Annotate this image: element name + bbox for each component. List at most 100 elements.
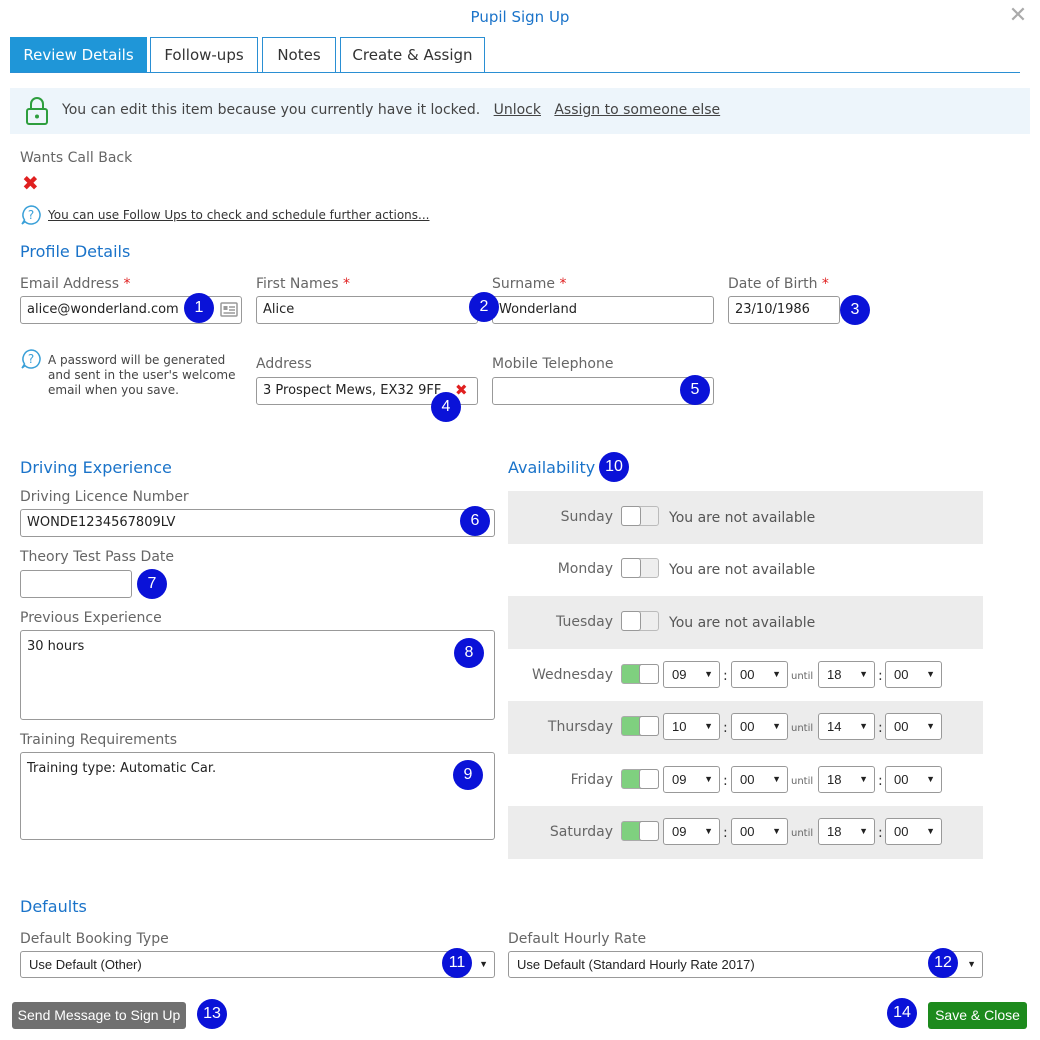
- to-hour-value: 14: [827, 719, 842, 734]
- unlock-link[interactable]: Unlock: [494, 102, 541, 118]
- to-hour-select[interactable]: 14 ▼: [818, 713, 875, 740]
- from-minute-value: 00: [740, 719, 755, 734]
- surname-field[interactable]: Wonderland: [492, 296, 714, 324]
- to-hour-select[interactable]: 18 ▼: [818, 818, 875, 845]
- lock-message-row: You can edit this item because you curre…: [62, 102, 720, 118]
- availability-toggle[interactable]: [621, 664, 659, 684]
- first-names-field[interactable]: Alice: [256, 296, 478, 324]
- chevron-down-icon: ▼: [967, 959, 976, 969]
- licence-field[interactable]: WONDE1234567809LV: [20, 509, 495, 537]
- toggle-knob: [639, 821, 659, 841]
- chevron-down-icon: ▼: [704, 774, 713, 784]
- dob-label: Date of Birth *: [728, 276, 829, 292]
- from-hour-select[interactable]: 09 ▼: [663, 818, 720, 845]
- from-minute-value: 00: [740, 824, 755, 839]
- availability-row-monday: Monday You are not available: [508, 543, 983, 596]
- from-minute-select[interactable]: 00 ▼: [731, 766, 788, 793]
- from-hour-select[interactable]: 10 ▼: [663, 713, 720, 740]
- tab-notes[interactable]: Notes: [262, 37, 336, 73]
- training-label: Training Requirements: [20, 732, 178, 748]
- to-minute-select[interactable]: 00 ▼: [885, 766, 942, 793]
- availability-toggle[interactable]: [621, 821, 659, 841]
- licence-label: Driving Licence Number: [20, 489, 189, 505]
- close-icon[interactable]: ✕: [1008, 5, 1028, 27]
- availability-toggle[interactable]: [621, 611, 659, 631]
- time-colon: :: [878, 825, 883, 841]
- time-colon: :: [723, 825, 728, 841]
- chevron-down-icon: ▼: [926, 774, 935, 784]
- save-close-button[interactable]: Save & Close: [928, 1002, 1027, 1029]
- to-hour-select[interactable]: 18 ▼: [818, 661, 875, 688]
- time-colon: :: [878, 720, 883, 736]
- day-label: Sunday: [560, 509, 613, 525]
- to-hour-select[interactable]: 18 ▼: [818, 766, 875, 793]
- contact-card-icon[interactable]: [220, 302, 238, 317]
- to-hour-value: 18: [827, 824, 842, 839]
- to-minute-value: 00: [894, 719, 909, 734]
- availability-toggle[interactable]: [621, 506, 659, 526]
- cross-icon: ✖: [22, 171, 39, 195]
- chevron-down-icon: ▼: [772, 826, 781, 836]
- from-minute-select[interactable]: 00 ▼: [731, 661, 788, 688]
- first-names-label: First Names *: [256, 276, 350, 292]
- marker-13: 13: [197, 999, 227, 1029]
- availability-row-thursday: Thursday 10 ▼:00 ▼ until 14 ▼:00 ▼: [508, 701, 983, 754]
- follow-up-hint-link[interactable]: You can use Follow Ups to check and sche…: [48, 208, 429, 222]
- chevron-down-icon: ▼: [859, 774, 868, 784]
- availability-toggle[interactable]: [621, 716, 659, 736]
- time-colon: :: [723, 773, 728, 789]
- tab-underline: [10, 72, 1020, 73]
- from-minute-value: 00: [740, 772, 755, 787]
- tab-follow-ups[interactable]: Follow-ups: [150, 37, 258, 73]
- time-colon: :: [723, 720, 728, 736]
- send-message-button[interactable]: Send Message to Sign Up: [12, 1002, 186, 1029]
- chevron-down-icon: ▼: [926, 669, 935, 679]
- toggle-knob: [621, 558, 641, 578]
- prev-exp-field[interactable]: 30 hours: [20, 630, 495, 720]
- prev-exp-label: Previous Experience: [20, 610, 162, 626]
- lock-notice: You can edit this item because you curre…: [10, 88, 1030, 134]
- from-hour-value: 10: [672, 719, 687, 734]
- time-colon: :: [878, 773, 883, 789]
- availability-toggle[interactable]: [621, 769, 659, 789]
- hourly-rate-select[interactable]: Use Default (Standard Hourly Rate 2017) …: [508, 951, 983, 978]
- to-minute-select[interactable]: 00 ▼: [885, 661, 942, 688]
- to-hour-value: 18: [827, 667, 842, 682]
- defaults-heading: Defaults: [20, 897, 87, 916]
- surname-label-text: Surname: [492, 276, 555, 292]
- required-mark: *: [559, 276, 567, 292]
- svg-text:?: ?: [28, 352, 34, 366]
- marker-11: 11: [442, 948, 472, 978]
- dialog-title: Pupil Sign Up: [470, 8, 570, 26]
- until-label: until: [791, 776, 814, 787]
- availability-toggle[interactable]: [621, 558, 659, 578]
- from-hour-select[interactable]: 09 ▼: [663, 661, 720, 688]
- from-hour-value: 09: [672, 772, 687, 787]
- day-label: Thursday: [547, 719, 613, 735]
- chevron-down-icon: ▼: [704, 669, 713, 679]
- surname-label: Surname *: [492, 276, 566, 292]
- tab-create-assign[interactable]: Create & Assign: [340, 37, 485, 73]
- marker-6: 6: [460, 506, 490, 536]
- availability-row-friday: Friday 09 ▼:00 ▼ until 18 ▼:00 ▼: [508, 754, 983, 807]
- from-minute-select[interactable]: 00 ▼: [731, 818, 788, 845]
- help-icon: ?: [21, 349, 41, 369]
- chevron-down-icon: ▼: [704, 826, 713, 836]
- training-field[interactable]: Training type: Automatic Car.: [20, 752, 495, 840]
- svg-text:?: ?: [28, 208, 34, 222]
- assign-link[interactable]: Assign to someone else: [554, 102, 720, 118]
- toggle-knob: [639, 664, 659, 684]
- toggle-knob: [639, 716, 659, 736]
- tab-review-details[interactable]: Review Details: [10, 37, 147, 73]
- booking-type-select[interactable]: Use Default (Other) ▼: [20, 951, 495, 978]
- from-hour-select[interactable]: 09 ▼: [663, 766, 720, 793]
- theory-date-field[interactable]: [20, 570, 132, 598]
- from-minute-select[interactable]: 00 ▼: [731, 713, 788, 740]
- required-mark: *: [342, 276, 350, 292]
- marker-8: 8: [454, 638, 484, 668]
- to-minute-select[interactable]: 00 ▼: [885, 818, 942, 845]
- dob-field[interactable]: 23/10/1986: [728, 296, 840, 324]
- to-minute-select[interactable]: 00 ▼: [885, 713, 942, 740]
- to-hour-value: 18: [827, 772, 842, 787]
- marker-10: 10: [599, 452, 629, 482]
